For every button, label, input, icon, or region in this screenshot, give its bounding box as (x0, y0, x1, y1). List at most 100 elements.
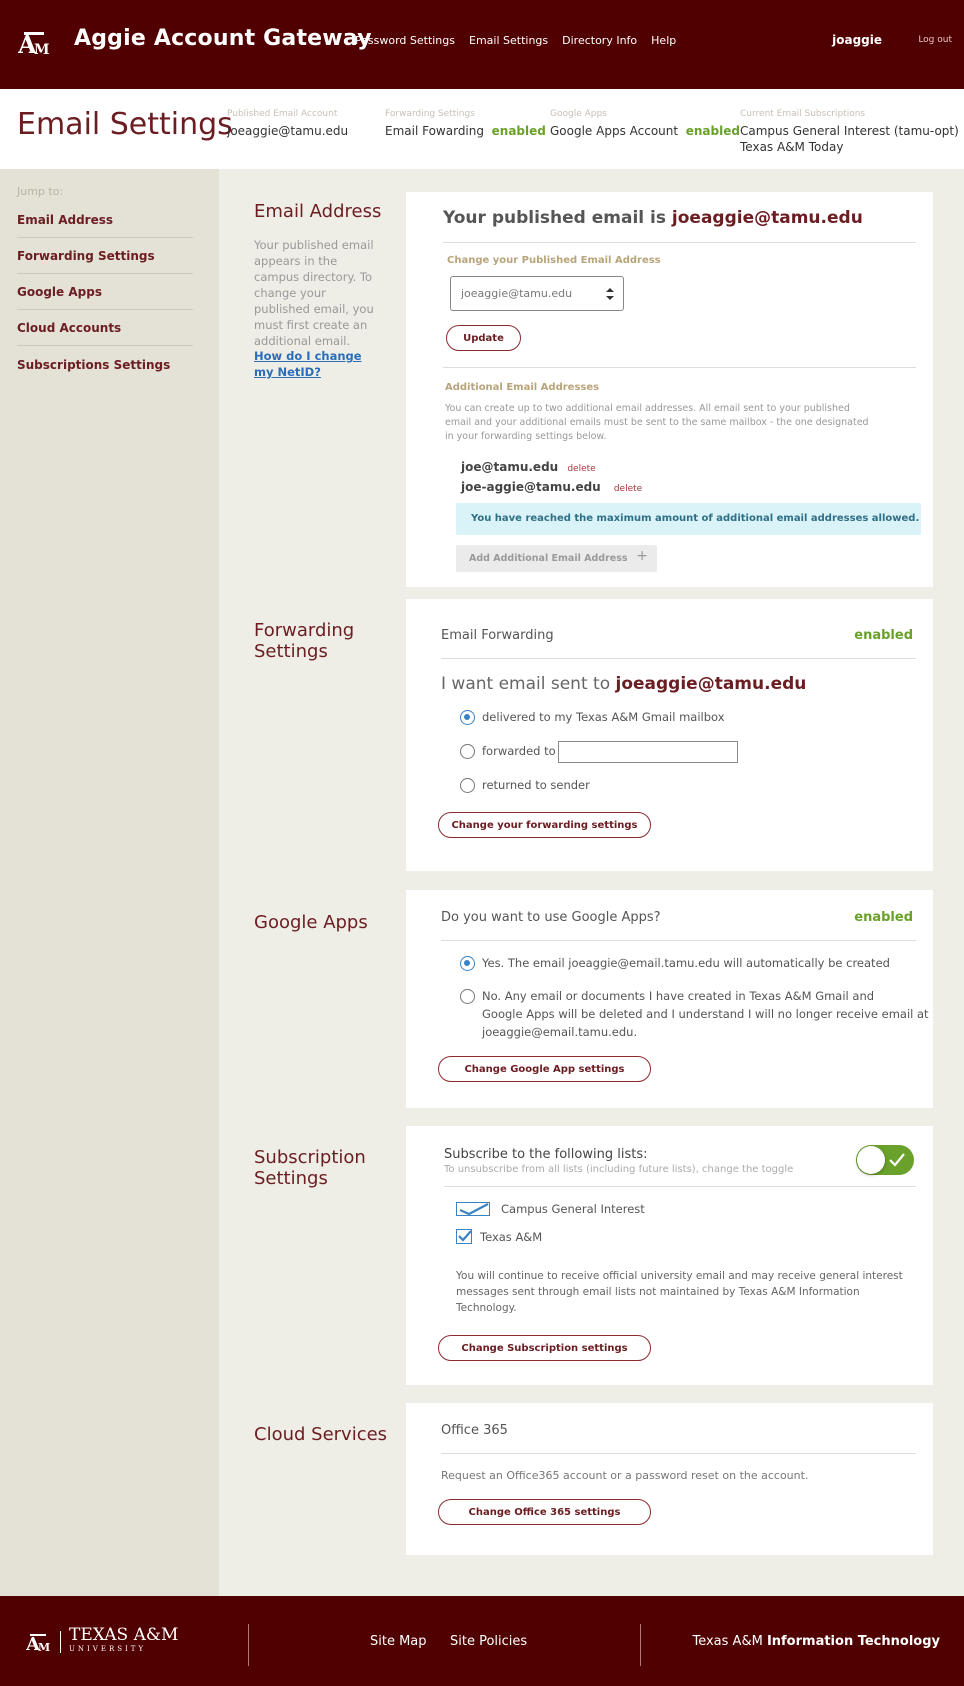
change-netid-link[interactable]: How do I change my NetID? (254, 348, 378, 380)
status-badge: enabled (491, 124, 546, 138)
checkbox-campus-general[interactable] (456, 1202, 490, 1216)
plus-icon: + (636, 548, 648, 564)
summary-subscriptions: Current Email Subscriptions Campus Gener… (740, 109, 959, 154)
add-email-button[interactable]: Add Additional Email Address + (456, 545, 657, 572)
list-label: Campus General Interest (501, 1202, 645, 1216)
nav-help[interactable]: Help (651, 34, 676, 47)
checkbox-texas-am[interactable] (456, 1229, 472, 1244)
subscribe-heading: Subscribe to the following lists: (444, 1147, 648, 1162)
nav-directory-info[interactable]: Directory Info (562, 34, 637, 47)
additional-email-label: Additional Email Addresses (445, 382, 600, 393)
subscriptions-card: Subscribe to the following lists: To uns… (406, 1126, 933, 1385)
forwarding-label: Email Forwarding (441, 628, 554, 643)
cloud-desc: Request an Office365 account or a passwo… (441, 1469, 809, 1482)
subscribe-subtext: To unsubscribe from all lists (including… (444, 1164, 794, 1175)
section-title-subscriptions: Subscription Settings (254, 1147, 366, 1189)
summary-bar: Email Settings Published Email Account j… (0, 89, 964, 169)
additional-email-desc: You can create up to two additional emai… (445, 403, 869, 442)
max-email-notice: You have reached the maximum amount of a… (456, 503, 921, 535)
section-title-forwarding: Forwarding Settings (254, 620, 355, 662)
divider (444, 1186, 916, 1187)
subscription-note: You will continue to receive official un… (456, 1270, 903, 1314)
footer-site-map[interactable]: Site Map (370, 1634, 427, 1649)
status-badge: enabled (854, 910, 913, 925)
option-label: forwarded to (482, 744, 556, 758)
divider (443, 367, 916, 368)
option-label: No. Any email or documents I have create… (482, 989, 929, 1039)
username[interactable]: joaggie (832, 33, 882, 47)
tamu-logo-icon: A M (26, 1634, 50, 1653)
footer-divider (640, 1624, 641, 1666)
logout-link[interactable]: Log out (918, 35, 952, 45)
option-label: returned to sender (482, 778, 590, 792)
app-title: Aggie Account Gateway (74, 26, 372, 51)
divider (443, 242, 916, 243)
tamu-footer-logo[interactable]: A M TEXAS A&M UNIVERSITY (26, 1627, 178, 1656)
sidebar-item-email-address[interactable]: Email Address (17, 213, 193, 238)
nav-email-settings[interactable]: Email Settings (469, 34, 548, 47)
cloud-card: Office 365 Request an Office365 account … (406, 1403, 933, 1555)
change-subscription-button[interactable]: Change Subscription settings (438, 1335, 651, 1361)
published-email-heading: Your published email is joeaggie@tamu.ed… (443, 208, 863, 228)
sidebar-item-google-apps[interactable]: Google Apps (17, 285, 193, 310)
additional-email-item: joe-aggie@tamu.edu delete (461, 480, 643, 494)
radio-forwarded-to[interactable] (460, 744, 475, 759)
delete-link[interactable]: delete (567, 464, 595, 474)
select-arrows-icon (606, 288, 614, 300)
update-button[interactable]: Update (446, 325, 521, 351)
section-title-email-address: Email Address (254, 201, 382, 222)
section-title-cloud: Cloud Services (254, 1424, 388, 1445)
footer: A M TEXAS A&M UNIVERSITY Site Map Site P… (0, 1596, 964, 1686)
published-email-select[interactable]: joeaggie@tamu.edu (450, 276, 624, 311)
sidebar-item-forwarding[interactable]: Forwarding Settings (17, 249, 193, 274)
section-title-google-apps: Google Apps (254, 912, 368, 933)
sidebar-item-cloud-accounts[interactable]: Cloud Accounts (17, 321, 193, 346)
footer-divider (248, 1624, 249, 1666)
svg-text:M: M (38, 1641, 50, 1653)
cloud-service-label: Office 365 (441, 1423, 508, 1438)
option-label: delivered to my Texas A&M Gmail mailbox (482, 710, 725, 724)
divider (441, 1453, 916, 1454)
top-nav: Password Settings Email Settings Directo… (355, 34, 676, 47)
forward-address-input[interactable] (558, 741, 738, 763)
divider (441, 658, 916, 659)
section-desc-email-address: Your published email appears in the camp… (254, 238, 374, 348)
option-label: Yes. The email joeaggie@email.tamu.edu w… (482, 956, 890, 970)
delete-link[interactable]: delete (614, 484, 642, 494)
sidebar: Jump to: Email Address Forwarding Settin… (0, 169, 219, 1596)
radio-returned-sender[interactable] (460, 778, 475, 793)
top-bar: A M Aggie Account Gateway Password Setti… (0, 0, 964, 89)
change-office365-button[interactable]: Change Office 365 settings (438, 1499, 651, 1525)
sidebar-item-subscriptions[interactable]: Subscriptions Settings (17, 358, 193, 382)
email-address-card: Your published email is joeaggie@tamu.ed… (406, 192, 933, 587)
summary-google: Google Apps Google Apps Account enabled (550, 109, 740, 138)
radio-delivered-gmail[interactable] (460, 710, 475, 725)
status-badge: enabled (685, 124, 740, 138)
change-email-label: Change your Published Email Address (447, 255, 661, 266)
nav-password-settings[interactable]: Password Settings (355, 34, 455, 47)
tamu-logo-icon[interactable]: A M (18, 28, 52, 58)
toggle-knob (857, 1146, 885, 1174)
forwarding-card: Email Forwarding enabled I want email se… (406, 599, 933, 871)
divider (441, 940, 916, 941)
footer-it-link[interactable]: Texas A&M Information Technology (692, 1634, 940, 1649)
summary-forwarding: Forwarding Settings Email Fowarding enab… (385, 109, 546, 138)
radio-google-yes[interactable] (460, 956, 475, 971)
status-badge: enabled (854, 628, 913, 643)
google-apps-card: Do you want to use Google Apps? enabled … (406, 890, 933, 1108)
jump-label: Jump to: (17, 185, 64, 198)
list-label: Texas A&M (480, 1230, 543, 1244)
change-forwarding-button[interactable]: Change your forwarding settings (438, 812, 651, 838)
google-question: Do you want to use Google Apps? (441, 910, 661, 925)
check-icon (889, 1153, 905, 1167)
additional-email-item: joe@tamu.edu delete (461, 460, 596, 474)
svg-text:M: M (34, 42, 50, 58)
radio-google-no[interactable] (460, 989, 475, 1004)
summary-published: Published Email Account joeaggie@tamu.ed… (227, 109, 349, 138)
page-title: Email Settings (17, 107, 233, 142)
change-google-button[interactable]: Change Google App settings (438, 1056, 651, 1082)
subscribe-all-toggle[interactable] (856, 1145, 914, 1175)
footer-site-policies[interactable]: Site Policies (450, 1634, 527, 1649)
forward-target-heading: I want email sent to joeaggie@tamu.edu (441, 674, 807, 694)
logo-divider (60, 1631, 61, 1653)
